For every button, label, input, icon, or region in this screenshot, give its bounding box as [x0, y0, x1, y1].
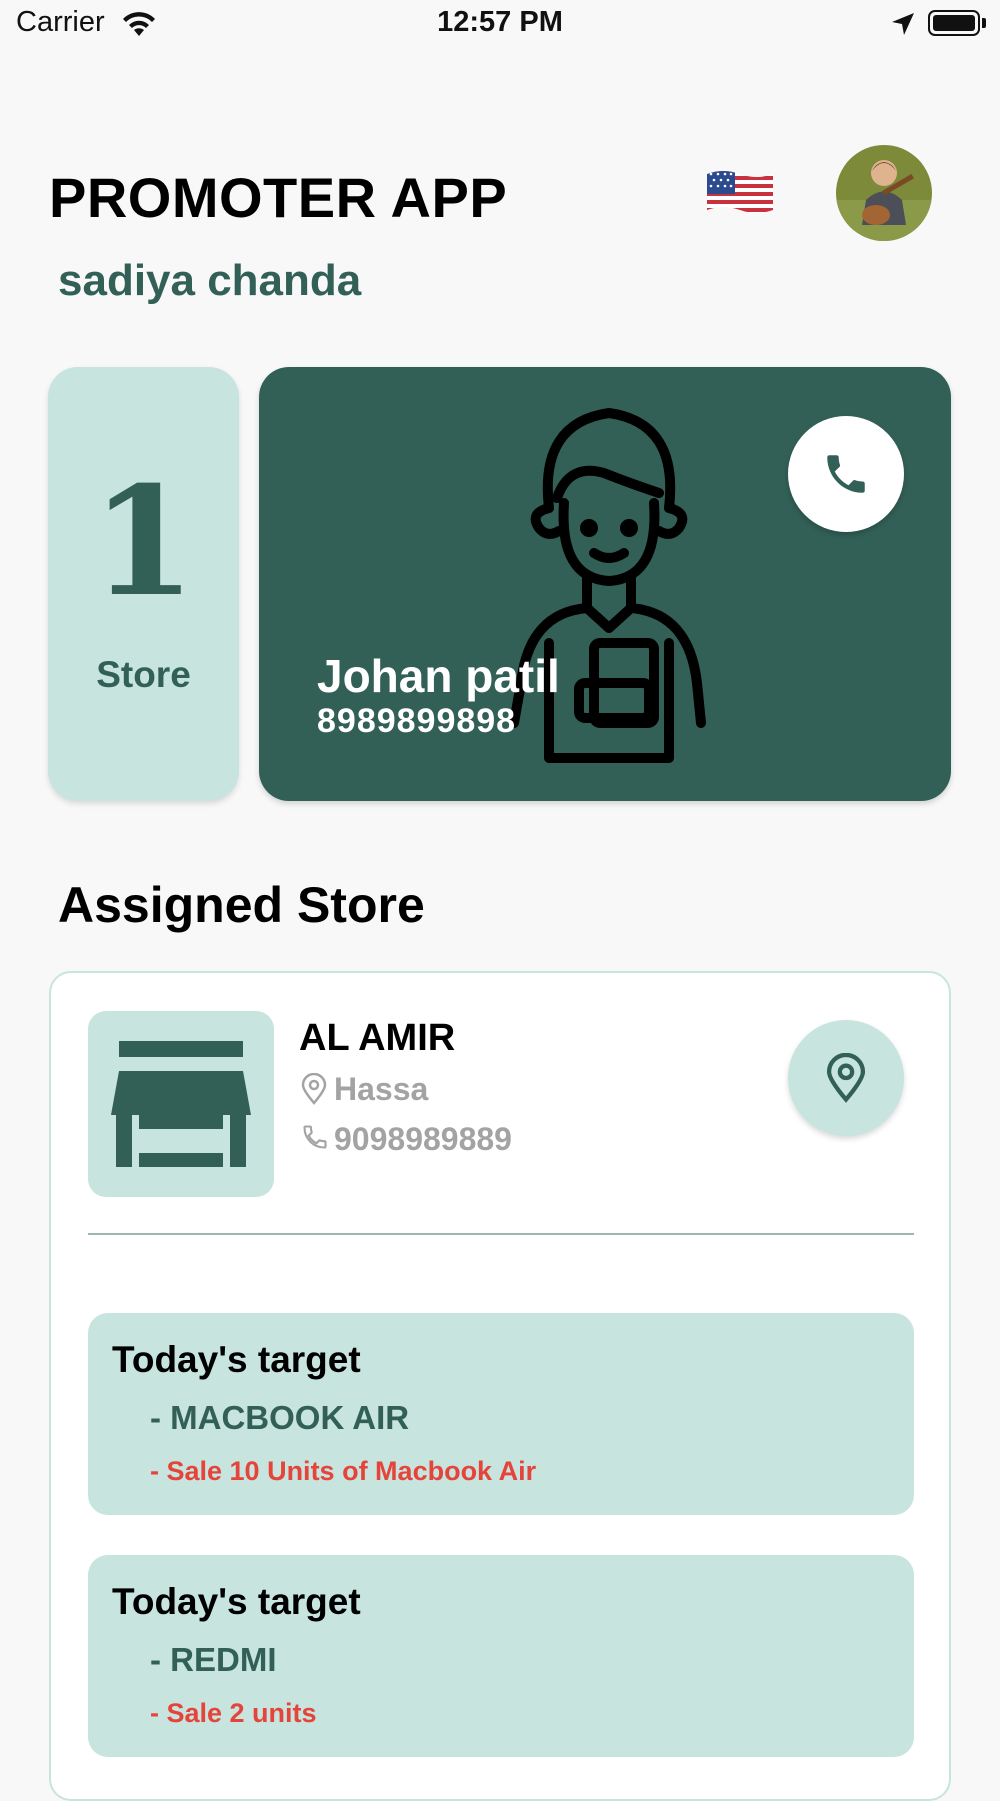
target-card[interactable]: Today's target - MACBOOK AIR - Sale 10 U… — [88, 1313, 914, 1515]
store-count: 1 — [91, 454, 196, 630]
location-arrow-icon — [890, 11, 916, 42]
target-detail: - Sale 10 Units of Macbook Air — [150, 1456, 537, 1486]
target-product: - REDMI — [150, 1641, 277, 1678]
store-count-card[interactable]: 1 Store — [48, 367, 239, 801]
battery-icon — [928, 10, 980, 36]
avatar[interactable] — [836, 145, 932, 241]
target-card[interactable]: Today's target - REDMI - Sale 2 units — [88, 1555, 914, 1757]
map-pin-icon — [826, 1053, 866, 1103]
phone-icon — [301, 1123, 329, 1156]
store-city: Hassa — [334, 1071, 429, 1107]
divider — [88, 1233, 914, 1235]
us-flag-icon[interactable] — [705, 168, 775, 216]
app-title: PROMOTER APP — [49, 166, 508, 229]
user-name: sadiya chanda — [58, 256, 362, 305]
battery-tip — [982, 18, 986, 28]
contact-card: Johan patil 8989899898 — [259, 367, 951, 801]
person-illustration-icon — [509, 403, 709, 778]
store-phone: 9098989889 — [334, 1121, 512, 1157]
call-button[interactable] — [788, 416, 904, 532]
contact-name: Johan patil — [317, 650, 560, 702]
location-pin-icon — [301, 1072, 327, 1110]
phone-icon — [827, 455, 865, 493]
target-detail: - Sale 2 units — [150, 1698, 317, 1728]
store-icon — [88, 1011, 274, 1197]
store-count-label: Store — [96, 654, 191, 695]
map-location-button[interactable] — [788, 1020, 904, 1136]
target-title: Today's target — [112, 1339, 361, 1380]
target-product: - MACBOOK AIR — [150, 1399, 410, 1436]
status-time: 12:57 PM — [437, 6, 563, 38]
section-title: Assigned Store — [58, 877, 425, 933]
contact-phone: 8989899898 — [317, 702, 517, 740]
assigned-store-card[interactable]: AL AMIR Hassa 9098989889 Today's target … — [49, 971, 951, 1801]
store-name: AL AMIR — [299, 1017, 456, 1059]
target-title: Today's target — [112, 1581, 361, 1622]
